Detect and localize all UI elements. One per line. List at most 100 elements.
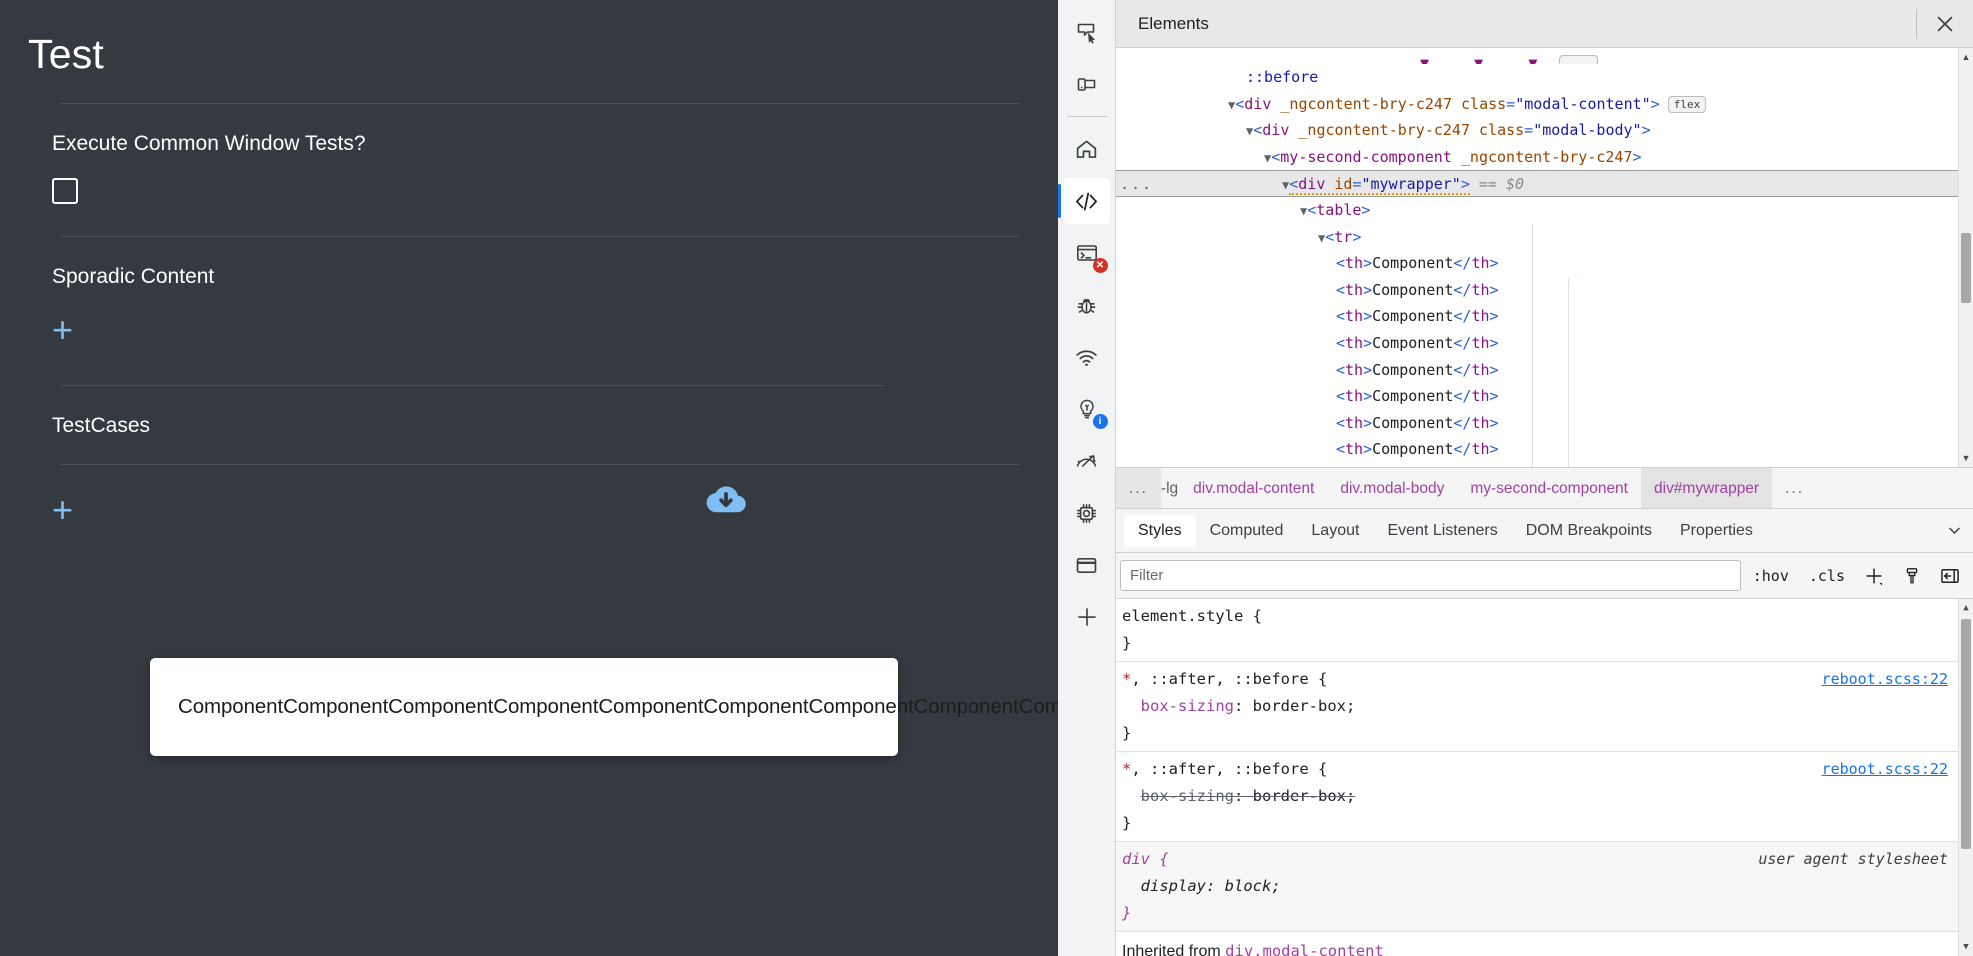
dom-node-th4[interactable]: <th>Component</th> xyxy=(1116,330,1958,357)
tab-dom-breakpoints[interactable]: DOM Breakpoints xyxy=(1512,515,1666,547)
breadcrumb-item-6[interactable]: ... xyxy=(1772,468,1817,508)
filter-input[interactable] xyxy=(1120,560,1741,591)
plus-icon[interactable] xyxy=(1857,560,1891,592)
dom-tree-scrollbar[interactable]: ▲ ▼ xyxy=(1958,48,1973,467)
dom-pseudo-element: ::before xyxy=(1246,68,1319,86)
scroll-up-arrow[interactable]: ▲ xyxy=(1959,50,1973,64)
breadcrumb[interactable]: ... -lg div.modal-content div.modal-body my-… xyxy=(1116,468,1973,509)
dom-node-before[interactable]: ::before xyxy=(1116,64,1958,91)
dom-node-modal-body[interactable]: ▼<div _ngcontent-bry-c247 class="modal-b… xyxy=(1116,117,1958,144)
more-tabs-plus-icon[interactable] xyxy=(1064,594,1110,640)
dom-node-markup: <div _ngcontent-bry-c247 class="modal-co… xyxy=(1235,94,1660,113)
dom-node-th7[interactable]: <th>Component</th> xyxy=(1116,410,1958,437)
dom-node-markup: <th>Component</th> xyxy=(1336,360,1499,379)
dom-tree-panel: ▼ ▼ ▼ ::before ▼<div _ngcontent-bry-c247 … xyxy=(1116,48,1973,468)
dom-node-modal-content[interactable]: ▼<div _ngcontent-bry-c247 class="modal-c… xyxy=(1116,91,1958,118)
breadcrumb-item-1[interactable]: -lg xyxy=(1161,468,1180,508)
home-icon[interactable] xyxy=(1064,126,1110,172)
web-page-under-test: Test Execute Common Window Tests? Sporad… xyxy=(0,0,1058,956)
application-window-icon[interactable] xyxy=(1064,542,1110,588)
dom-node-markup: <th>Component</th> xyxy=(1336,280,1499,299)
dom-node-mywrapper[interactable]: ... ▼<div id="mywrapper"> == $0 xyxy=(1116,170,1958,197)
hov-toggle[interactable]: :hov xyxy=(1745,567,1797,585)
scrollbar-thumb[interactable] xyxy=(1961,619,1971,849)
styles-rules-list[interactable]: element.style { } *, ::after, ::before { … xyxy=(1116,599,1958,956)
tab-properties[interactable]: Properties xyxy=(1666,515,1767,547)
inherited-selector[interactable]: div.modal-content xyxy=(1225,942,1384,956)
dom-node-th3[interactable]: <th>Component</th> xyxy=(1116,303,1958,330)
modal-card xyxy=(150,658,898,756)
console-icon[interactable]: ✕ xyxy=(1064,230,1110,276)
stylesheet-source-link[interactable]: reboot.scss:22 xyxy=(1822,666,1948,693)
breadcrumb-item-3[interactable]: div.modal-body xyxy=(1327,468,1457,508)
add-sporadic-content-button[interactable]: + xyxy=(52,312,73,348)
dom-node-tr[interactable]: ▼<tr> xyxy=(1116,224,1958,251)
toggle-sidebar-icon[interactable] xyxy=(1933,560,1967,592)
add-testcase-button[interactable]: + xyxy=(52,492,73,528)
dom-node-my-second-component[interactable]: ▼<my-second-component _ngcontent-bry-c24… xyxy=(1116,144,1958,171)
scroll-down-arrow[interactable]: ▼ xyxy=(1959,940,1973,954)
network-icon[interactable] xyxy=(1064,334,1110,380)
breadcrumb-item-5[interactable]: div#mywrapper xyxy=(1641,468,1773,508)
bug-icon[interactable] xyxy=(1064,282,1110,328)
dom-node-markup: <tr> xyxy=(1325,227,1362,246)
page-title: Test xyxy=(28,31,104,77)
tab-styles[interactable]: Styles xyxy=(1124,514,1196,547)
inherited-from-section: Inherited from div.modal-content xyxy=(1116,932,1958,956)
cloud-download-icon[interactable] xyxy=(704,477,748,521)
performance-icon[interactable] xyxy=(1064,438,1110,484)
breadcrumb-item-2[interactable]: div.modal-content xyxy=(1180,468,1327,508)
dom-node-th5[interactable]: <th>Component</th> xyxy=(1116,357,1958,384)
style-rule-0[interactable]: element.style { } xyxy=(1116,599,1958,662)
styles-scrollbar[interactable]: ▲ ▼ xyxy=(1958,599,1973,956)
breadcrumb-item-0[interactable]: ... xyxy=(1116,468,1161,508)
lighthouse-info-badge: i xyxy=(1092,414,1108,429)
scroll-up-arrow[interactable]: ▲ xyxy=(1959,601,1973,615)
dom-node-partial[interactable]: ▼ ▼ ▼ xyxy=(1116,50,1958,64)
devtools-header: Elements xyxy=(1116,0,1973,48)
paintbrush-icon[interactable] xyxy=(1895,560,1929,592)
tab-computed[interactable]: Computed xyxy=(1196,515,1298,547)
styles-sidebar-tabs: Styles Computed Layout Event Listeners DOM B… xyxy=(1116,509,1973,553)
cls-toggle[interactable]: .cls xyxy=(1801,567,1853,585)
sporadic-content-label: Sporadic Content xyxy=(52,265,215,289)
execute-common-window-tests-checkbox[interactable] xyxy=(52,178,78,205)
device-toolbar-icon[interactable] xyxy=(1064,61,1110,107)
dom-tree[interactable]: ▼ ▼ ▼ ::before▼<div _ngcontent-bry-c247 … xyxy=(1116,48,1958,467)
dom-node-markup: <table> xyxy=(1307,200,1371,219)
elements-code-icon[interactable] xyxy=(1057,178,1110,224)
inspect-element-icon[interactable] xyxy=(1064,9,1110,55)
dom-node-markup: <th>Component</th> xyxy=(1336,413,1499,432)
selected-node-marker: == $0 xyxy=(1469,175,1525,194)
tab-event-listeners[interactable]: Event Listeners xyxy=(1373,515,1511,547)
dom-node-markup: <div id="mywrapper"> xyxy=(1289,175,1470,196)
stylesheet-origin-label: user agent stylesheet xyxy=(1758,850,1948,868)
dom-node-markup: <my-second-component _ngcontent-bry-c247… xyxy=(1271,147,1642,166)
dom-node-th1[interactable]: <th>Component</th> xyxy=(1116,250,1958,277)
breadcrumb-item-4[interactable]: my-second-component xyxy=(1457,468,1641,508)
flex-badge[interactable]: flex xyxy=(1667,95,1707,113)
dom-node-th8[interactable]: <th>Component</th> xyxy=(1116,436,1958,463)
close-devtools-button[interactable] xyxy=(1917,0,1973,48)
dom-node-markup: <th>Component</th> xyxy=(1336,333,1499,352)
devtools-tool-rail: ✕ i xyxy=(1057,0,1116,956)
chevron-down-icon[interactable] xyxy=(1935,515,1973,547)
tab-elements[interactable]: Elements xyxy=(1116,0,1231,48)
memory-chip-icon[interactable] xyxy=(1064,490,1110,536)
style-rule-2[interactable]: *, ::after, ::before { box-sizing: borde… xyxy=(1116,752,1958,842)
dom-node-th2[interactable]: <th>Component</th> xyxy=(1116,277,1958,304)
lighthouse-bulb-icon[interactable]: i xyxy=(1064,386,1110,432)
scroll-down-arrow[interactable]: ▼ xyxy=(1959,451,1973,465)
style-rule-1[interactable]: *, ::after, ::before { box-sizing: borde… xyxy=(1116,662,1958,752)
dom-node-table[interactable]: ▼<table> xyxy=(1116,197,1958,224)
checkbox-question-label: Execute Common Window Tests? xyxy=(52,132,366,156)
tab-layout[interactable]: Layout xyxy=(1297,515,1373,547)
stylesheet-source-link[interactable]: reboot.scss:22 xyxy=(1822,756,1948,783)
console-error-badge: ✕ xyxy=(1092,258,1108,273)
scrollbar-thumb[interactable] xyxy=(1961,233,1971,303)
style-rule-3[interactable]: div { display: block; } user agent styles… xyxy=(1116,842,1958,932)
dom-node-gutter-ellipsis[interactable]: ... xyxy=(1120,171,1153,198)
styles-pane: element.style { } *, ::after, ::before { … xyxy=(1116,599,1973,956)
styles-filter-bar: :hov .cls xyxy=(1116,553,1973,599)
dom-node-th6[interactable]: <th>Component</th> xyxy=(1116,383,1958,410)
